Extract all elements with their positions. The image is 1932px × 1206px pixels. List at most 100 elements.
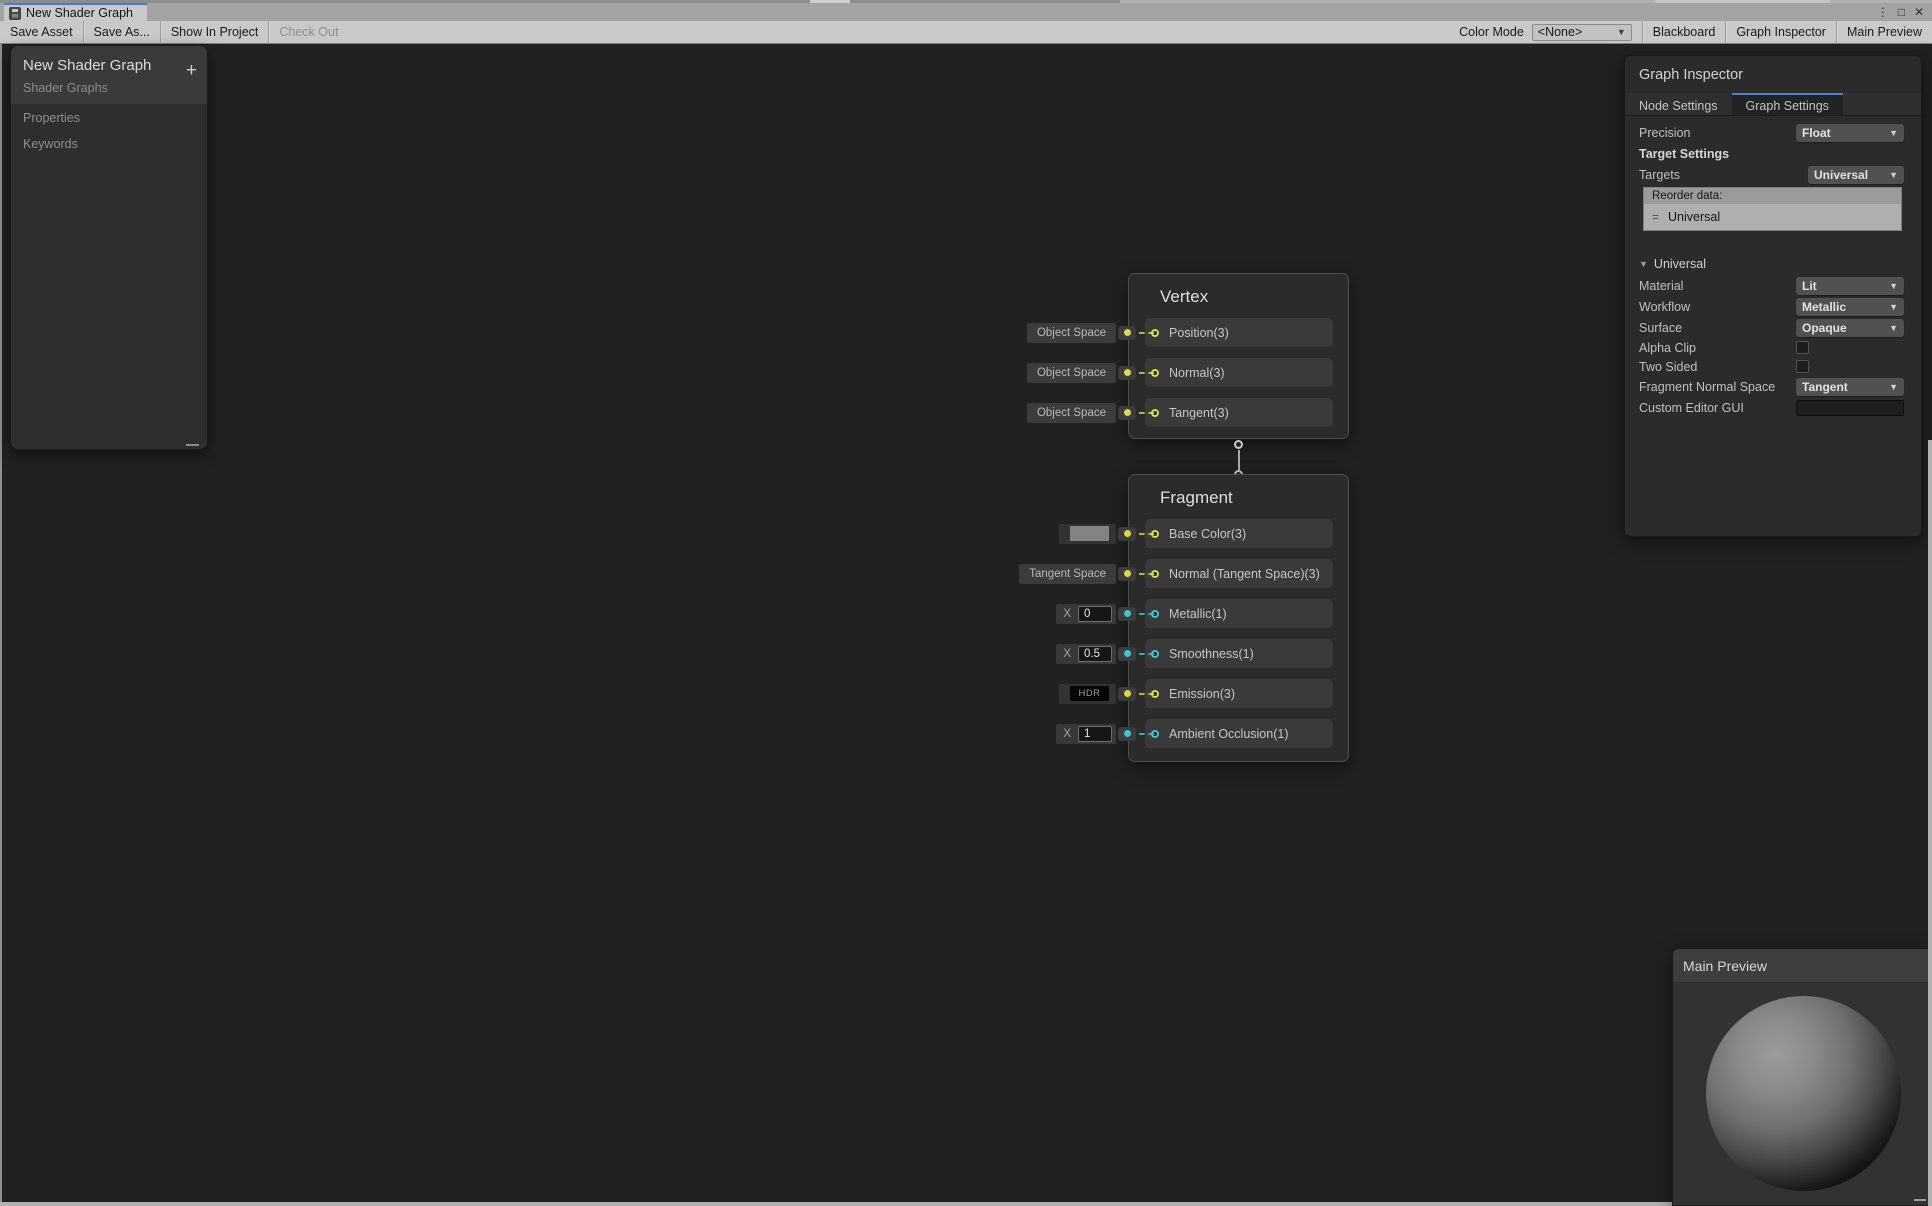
vector3-dot-icon — [1124, 570, 1131, 577]
color-swatch[interactable] — [1070, 526, 1109, 541]
color-mode-dropdown[interactable]: <None> ▼ — [1532, 24, 1632, 41]
main-preview-toggle-button[interactable]: Main Preview — [1837, 21, 1932, 43]
tab-new-shader-graph[interactable]: New Shader Graph — [4, 3, 147, 21]
reorder-item-label: Universal — [1668, 210, 1720, 224]
reorder-header: Reorder data: — [1644, 188, 1901, 204]
workflow-label: Workflow — [1639, 300, 1796, 314]
add-property-button[interactable]: + — [186, 62, 197, 80]
alpha-clip-checkbox[interactable] — [1796, 341, 1809, 354]
port-label: Normal(3) — [1169, 366, 1225, 380]
tab-node-settings[interactable]: Node Settings — [1625, 93, 1732, 115]
toolbar-left: Save Asset Save As... Show In Project Ch… — [0, 21, 348, 43]
port-dash-connector — [1139, 653, 1154, 655]
port-row-tangent: Object Space Tangent(3) — [1145, 398, 1333, 427]
color-field[interactable] — [1059, 524, 1116, 544]
reorder-item-universal[interactable]: = Universal — [1644, 204, 1901, 230]
port-value-dot[interactable] — [1118, 567, 1136, 581]
universal-foldout[interactable]: ▼ Universal — [1639, 254, 1904, 273]
tab-graph-settings[interactable]: Graph Settings — [1732, 93, 1843, 115]
material-dropdown[interactable]: Lit ▼ — [1796, 277, 1904, 295]
chevron-down-icon: ▼ — [1889, 281, 1898, 291]
main-preview-header: Main Preview — [1673, 949, 1931, 982]
window-controls: ⋮ □ ✕ — [1877, 5, 1924, 20]
float-field: X 0.5 — [1056, 644, 1116, 664]
two-sided-label: Two Sided — [1639, 360, 1796, 374]
port-value-dot[interactable] — [1118, 406, 1136, 420]
workflow-value: Metallic — [1802, 300, 1846, 314]
x-component-label: X — [1063, 608, 1071, 620]
port-row-metallic: X 0 Metallic(1) — [1145, 599, 1333, 628]
port-value-dot[interactable] — [1118, 527, 1136, 541]
space-dropdown-chip[interactable]: Object Space — [1027, 403, 1116, 423]
float-dot-icon — [1124, 730, 1131, 737]
port-widget: Object Space — [1027, 403, 1154, 423]
blackboard-header: New Shader Graph Shader Graphs + — [11, 46, 207, 104]
float-value-input[interactable]: 0.5 — [1078, 646, 1112, 662]
tab-title: New Shader Graph — [26, 6, 133, 20]
two-sided-checkbox[interactable] — [1796, 360, 1809, 373]
edge-connector-top[interactable] — [1234, 440, 1243, 449]
surface-dropdown[interactable]: Opaque ▼ — [1796, 319, 1904, 337]
port-value-dot[interactable] — [1118, 647, 1136, 661]
port-label: Ambient Occlusion(1) — [1169, 727, 1289, 741]
vertex-ports: Object Space Position(3) Object Space No… — [1129, 317, 1348, 427]
fragment-normal-space-value: Tangent — [1802, 380, 1848, 394]
port-value-dot[interactable] — [1118, 727, 1136, 741]
blackboard-section-properties[interactable]: Properties — [11, 104, 207, 130]
port-value-dot[interactable] — [1118, 607, 1136, 621]
blackboard-resize-handle[interactable] — [186, 444, 199, 446]
precision-value: Float — [1802, 126, 1831, 140]
space-dropdown-chip[interactable]: Object Space — [1027, 363, 1116, 383]
port-dash-connector — [1139, 332, 1154, 334]
save-as-button[interactable]: Save As... — [84, 21, 160, 43]
blackboard-panel: New Shader Graph Shader Graphs + Propert… — [10, 45, 208, 450]
precision-dropdown[interactable]: Float ▼ — [1796, 124, 1904, 142]
hdr-color-swatch[interactable]: HDR — [1070, 686, 1109, 701]
float-value-input[interactable]: 1 — [1078, 726, 1112, 742]
fragment-node[interactable]: Fragment Base Color(3) Tangent Space — [1128, 474, 1349, 762]
port-label: Tangent(3) — [1169, 406, 1229, 420]
custom-editor-gui-label: Custom Editor GUI — [1639, 401, 1796, 415]
chevron-down-icon: ▼ — [1889, 128, 1898, 138]
port-value-dot[interactable] — [1118, 366, 1136, 380]
hdr-color-field[interactable]: HDR — [1059, 684, 1116, 704]
chevron-down-icon: ▼ — [1889, 302, 1898, 312]
port-value-dot[interactable] — [1118, 326, 1136, 340]
edge-connector-line[interactable] — [1238, 450, 1240, 470]
preview-resize-handle[interactable] — [1914, 1199, 1926, 1201]
space-dropdown-chip[interactable]: Tangent Space — [1019, 564, 1116, 584]
workflow-dropdown[interactable]: Metallic ▼ — [1796, 298, 1904, 316]
preview-sphere[interactable] — [1706, 996, 1901, 1191]
tab-bar: New Shader Graph ⋮ □ ✕ — [0, 3, 1932, 21]
float-field: X 1 — [1056, 724, 1116, 744]
main-preview-title: Main Preview — [1683, 958, 1767, 974]
targets-dropdown[interactable]: Universal ▼ — [1808, 166, 1904, 184]
chevron-down-icon: ▼ — [1617, 27, 1626, 37]
port-label: Metallic(1) — [1169, 607, 1227, 621]
drag-handle-icon[interactable]: = — [1652, 210, 1659, 224]
port-label: Emission(3) — [1169, 687, 1235, 701]
show-in-project-button[interactable]: Show In Project — [161, 21, 269, 43]
port-row-normal: Object Space Normal(3) — [1145, 358, 1333, 387]
window-menu-icon[interactable]: ⋮ — [1877, 5, 1889, 20]
blackboard-section-keywords[interactable]: Keywords — [11, 130, 207, 156]
port-row-position: Object Space Position(3) — [1145, 318, 1333, 347]
graph-inspector-toggle-button[interactable]: Graph Inspector — [1726, 21, 1836, 43]
save-asset-button[interactable]: Save Asset — [0, 21, 83, 43]
shader-graph-window: New Shader Graph ⋮ □ ✕ Save Asset Save A… — [0, 0, 1932, 1206]
float-value-input[interactable]: 0 — [1078, 606, 1112, 622]
chevron-down-icon: ▼ — [1889, 170, 1898, 180]
vector3-dot-icon — [1124, 329, 1131, 336]
port-value-dot[interactable] — [1118, 687, 1136, 701]
vertex-node[interactable]: Vertex Object Space Position(3) Object S… — [1128, 273, 1349, 439]
blackboard-toggle-button[interactable]: Blackboard — [1643, 21, 1726, 43]
inspector-tabs: Node Settings Graph Settings — [1625, 93, 1921, 116]
fragment-normal-space-dropdown[interactable]: Tangent ▼ — [1796, 378, 1904, 396]
custom-editor-gui-input[interactable] — [1796, 400, 1904, 416]
fragment-node-title: Fragment — [1129, 475, 1348, 518]
window-close-icon[interactable]: ✕ — [1914, 5, 1924, 20]
inspector-body: Precision Float ▼ Target Settings Target… — [1625, 116, 1921, 417]
space-dropdown-chip[interactable]: Object Space — [1027, 323, 1116, 343]
port-label: Smoothness(1) — [1169, 647, 1254, 661]
window-maximize-icon[interactable]: □ — [1898, 5, 1905, 20]
